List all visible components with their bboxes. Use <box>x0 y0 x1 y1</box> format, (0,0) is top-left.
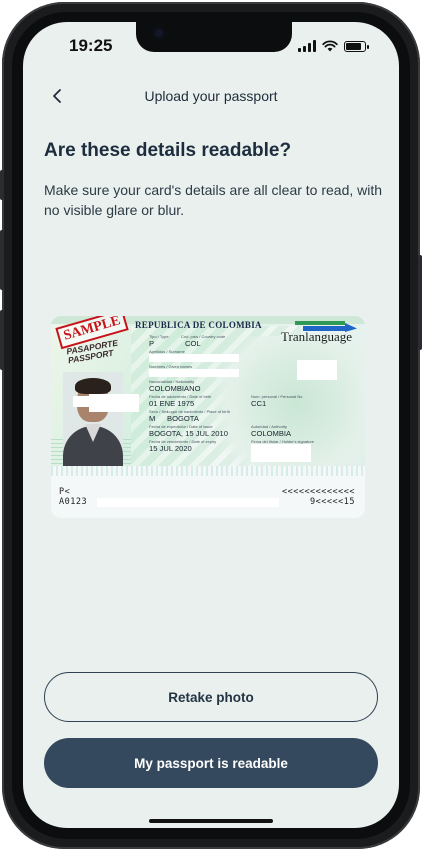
redaction-top-right <box>297 360 337 380</box>
signal-icon <box>298 40 316 52</box>
mrz-line1-right: <<<<<<<<<<<<< <box>281 487 355 497</box>
personal-no-value: CC1 <box>251 399 267 408</box>
retake-photo-button[interactable]: Retake photo <box>44 672 378 722</box>
status-bar: 19:25 <box>23 34 399 60</box>
nav-bar: Upload your passport <box>23 82 399 112</box>
mrz-line2-left: A0123 <box>59 497 88 507</box>
pob-value: BOGOTA <box>167 414 199 423</box>
nationality-value: COLOMBIANO <box>149 384 201 393</box>
mute-switch <box>0 170 4 200</box>
redaction-left <box>89 394 139 412</box>
battery-icon <box>344 40 369 52</box>
dob-value: 01 ENE 1975 <box>149 399 195 408</box>
description: Make sure your card's details are all cl… <box>44 182 383 218</box>
status-icons <box>298 40 369 52</box>
sex-value: M <box>149 414 156 423</box>
volume-up-button <box>0 230 4 290</box>
expiry-value: 15 JUL 2020 <box>149 444 192 453</box>
country-code-value: COL <box>185 339 201 348</box>
authority-value: COLOMBIA <box>251 429 292 438</box>
wifi-icon <box>322 40 338 52</box>
redaction-given <box>149 369 239 377</box>
power-button <box>418 255 422 350</box>
type-value: P <box>149 339 155 348</box>
mrz-zone: P< <<<<<<<<<<<<< A0123 9<<<<<15 <box>51 466 365 518</box>
mrz-line2-right: 9<<<<<15 <box>310 497 355 507</box>
volume-down-button <box>0 310 4 370</box>
page-title: Upload your passport <box>144 88 278 104</box>
country-header: REPUBLICA DE COLOMBIA <box>135 320 262 330</box>
home-indicator[interactable] <box>149 819 273 823</box>
holder-photo <box>63 372 123 466</box>
passport-photo-preview: SAMPLE PASAPORTE PASSPORT REPUBLICA DE C… <box>51 316 365 518</box>
redaction-mrz <box>97 498 279 507</box>
status-time: 19:25 <box>69 36 113 55</box>
redaction-signature <box>251 444 311 462</box>
app-screen: 19:25 Upload your passport Are these det… <box>23 22 399 828</box>
mrz-line1-left: P< <box>59 487 71 497</box>
redaction-surname <box>149 354 239 362</box>
overlay-text: Tranlanguage <box>281 329 353 344</box>
passport-readable-button[interactable]: My passport is readable <box>44 738 378 788</box>
heading: Are these details readable? <box>44 140 292 161</box>
issue-value: BOGOTA, 15 JUL 2010 <box>149 429 228 438</box>
